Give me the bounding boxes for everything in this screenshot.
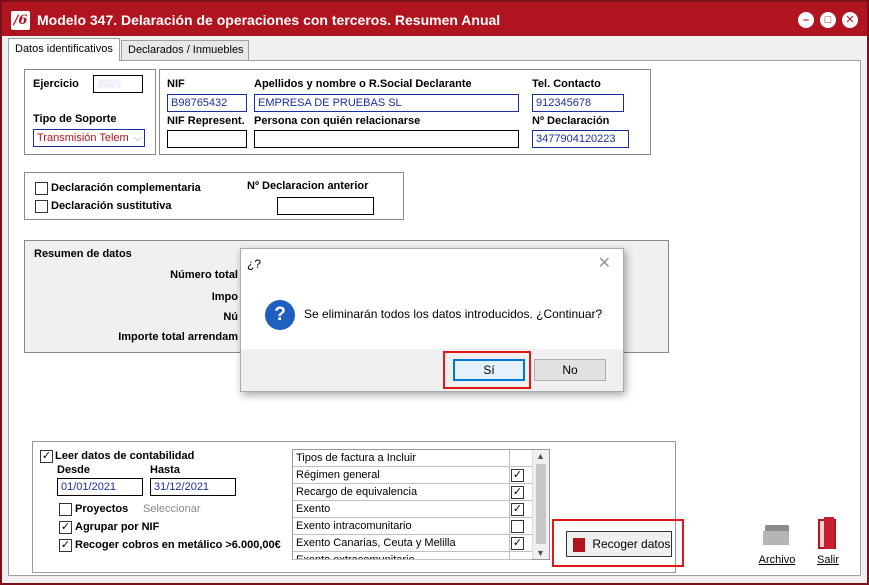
no-button[interactable]: No [534,359,606,381]
table-row[interactable]: Exento [293,501,532,518]
hasta-field[interactable]: 31/12/2021 [150,478,236,496]
question-icon: ? [265,300,295,330]
nif-represent-field[interactable] [167,130,247,148]
minimize-button[interactable]: – [798,12,814,28]
table-row[interactable]: Exento extracomunitario [293,552,532,560]
seleccionar-link[interactable]: Seleccionar [143,503,200,515]
desde-field[interactable]: 01/01/2021 [57,478,143,496]
tel-label: Tel. Contacto [532,78,601,90]
tab-datos-identificativos[interactable]: Datos identificativos [8,38,120,61]
app-window: /6 Modelo 347. Delaración de operaciones… [0,0,869,585]
nif-field[interactable]: B98765432 [167,94,247,112]
resumen-numero-label: Nú [223,311,238,323]
table-row[interactable]: Exento intracomunitario [293,518,532,535]
window-title: Modelo 347. Delaración de operaciones co… [37,12,501,28]
scrollbar-thumb[interactable] [536,464,546,544]
tipo-soporte-label: Tipo de Soporte [33,113,117,125]
scroll-down-icon[interactable]: ▼ [536,548,545,558]
agrupar-nif-checkbox[interactable]: ✓ [59,521,72,534]
proyectos-label: Proyectos [75,503,129,515]
proyectos-checkbox[interactable] [59,503,72,516]
contabilidad-group: ✓ Leer datos de contabilidad Desde 01/01… [32,441,684,573]
salir-button[interactable]: Salir [811,554,845,566]
grid-scrollbar[interactable]: ▲ ▼ [532,450,549,559]
cobros-metalico-label: Recoger cobros en metálico >6.000,00€ [75,539,281,551]
dialog-title: ¿? [247,257,262,271]
hasta-label: Hasta [150,464,180,476]
complementaria-label: Declaración complementaria [51,182,201,194]
ejercicio-label: Ejercicio [33,78,79,90]
exento-checkbox[interactable]: ✓ [511,503,524,516]
tel-field[interactable]: 912345678 [532,94,624,112]
declarante-group: NIF B98765432 Apellidos y nombre o R.Soc… [159,69,651,155]
confirm-dialog: ¿? ✕ ? Se eliminarán todos los datos int… [240,248,624,392]
nif-label: NIF [167,78,185,90]
table-row[interactable]: Régimen general [293,467,532,484]
sustitutiva-checkbox[interactable] [35,200,48,213]
dialog-footer: Sí No [241,349,623,391]
chevron-down-icon[interactable]: ⌵ [134,130,142,146]
declaracion-anterior-field[interactable] [277,197,374,215]
declaracion-anterior-label: Nº Declaracion anterior [247,180,369,192]
tab-declarados-inmuebles[interactable]: Declarados / Inmuebles [121,40,249,60]
persona-label: Persona con quién relacionarse [254,115,421,127]
nif-represent-label: NIF Represent. [167,115,245,127]
folder-icon[interactable] [761,519,797,551]
ejercicio-field[interactable]: 2021 [93,75,143,93]
resumen-title: Resumen de datos [34,248,132,260]
tipos-factura-grid[interactable]: Tipos de factura a Incluir Régimen gener… [292,449,550,560]
table-row[interactable]: Recargo de equivalencia [293,484,532,501]
exento-intracomunitario-checkbox[interactable] [511,520,524,533]
scroll-up-icon[interactable]: ▲ [536,451,545,461]
leer-contabilidad-label: Leer datos de contabilidad [55,450,195,462]
dialog-message: Se eliminarán todos los datos introducid… [304,307,603,321]
maximize-button[interactable]: □ [820,12,836,28]
app-logo-icon: /6 [11,11,30,30]
table-row[interactable]: Exento Canarias, Ceuta y Melilla [293,535,532,552]
document-icon [573,537,585,552]
agrupar-nif-label: Agrupar por NIF [75,521,160,533]
desde-label: Desde [57,464,91,476]
yes-button[interactable]: Sí [453,359,525,381]
title-bar: /6 Modelo 347. Delaración de operaciones… [2,2,867,36]
nombre-label: Apellidos y nombre o R.Social Declarante [254,78,472,90]
complementaria-checkbox[interactable] [35,182,48,195]
recargo-equivalencia-checkbox[interactable]: ✓ [511,486,524,499]
persona-field[interactable] [254,130,519,148]
nombre-field[interactable]: EMPRESA DE PRUEBAS SL [254,94,519,112]
ejercicio-group: Ejercicio 2021 Tipo de Soporte Transmisi… [24,69,156,155]
num-declaracion-field[interactable]: 3477904120223 [532,130,629,148]
grid-divider [509,450,510,560]
cobros-metalico-checkbox[interactable]: ✓ [59,539,72,552]
dialog-close-icon[interactable]: ✕ [598,253,611,273]
exit-door-icon[interactable] [815,517,839,551]
tipos-factura-header: Tipos de factura a Incluir [293,450,549,467]
tipo-soporte-select[interactable]: Transmisión Telem ⌵ [33,129,145,147]
resumen-importe-arrendam-label: Importe total arrendam [118,331,238,343]
declaracion-group: Declaración complementaria Declaración s… [24,172,404,220]
leer-contabilidad-checkbox[interactable]: ✓ [40,450,53,463]
close-button[interactable]: ✕ [842,12,858,28]
recoger-datos-button[interactable]: Recoger datos [566,531,672,557]
archivo-button[interactable]: Archivo [757,554,797,566]
sustitutiva-label: Declaración sustitutiva [51,200,172,212]
resumen-importe-label: Impo [211,291,238,303]
num-declaracion-label: Nº Declaración [532,115,610,127]
exento-canarias-checkbox[interactable]: ✓ [511,537,524,550]
regimen-general-checkbox[interactable]: ✓ [511,469,524,482]
resumen-numero-total-label: Número total [170,269,238,281]
